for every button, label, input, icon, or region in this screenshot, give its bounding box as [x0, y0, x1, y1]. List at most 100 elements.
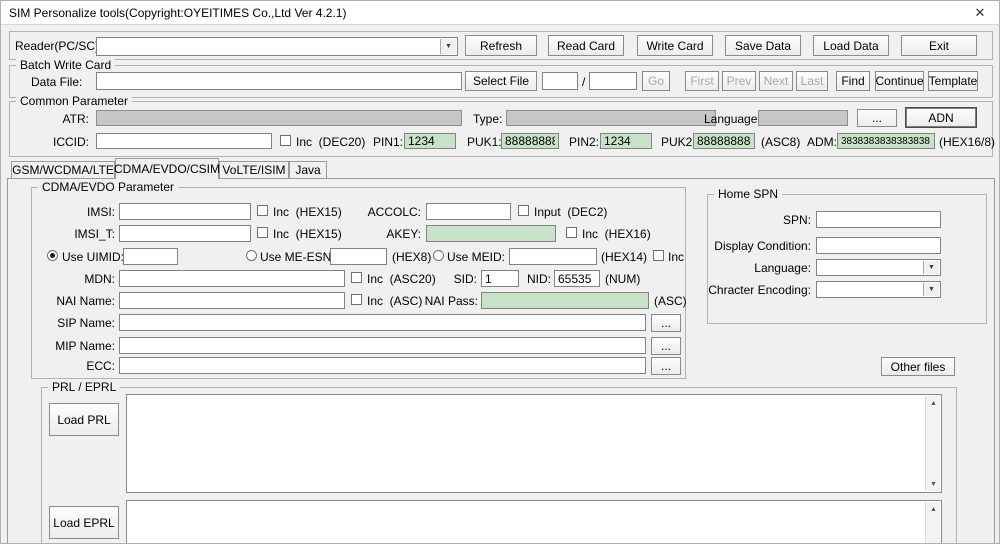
sid-input[interactable]	[481, 270, 519, 287]
nid-input[interactable]	[554, 270, 600, 287]
mdn-input[interactable]	[119, 270, 345, 287]
save-data-button[interactable]: Save Data	[725, 35, 801, 56]
ecc-browse-button[interactable]: ...	[651, 357, 681, 375]
page-number-input[interactable]	[542, 72, 578, 90]
sip-name-input[interactable]	[119, 314, 646, 331]
imsi-inc-checkbox[interactable]	[257, 205, 268, 216]
use-me-esn-radio[interactable]	[246, 250, 257, 261]
nai-pass-input[interactable]	[481, 292, 649, 309]
chevron-down-icon[interactable]: ▼	[923, 261, 939, 274]
prl-textarea[interactable]: ▲ ▼	[126, 394, 942, 493]
tab-volte-isim[interactable]: VoLTE/ISIM	[219, 161, 289, 178]
hex16-8-hint: (HEX16/8)	[939, 135, 996, 149]
scroll-up-icon[interactable]: ▲	[926, 502, 941, 516]
accolc-input[interactable]	[426, 203, 511, 220]
tab-java[interactable]: Java	[289, 161, 327, 178]
reader-select[interactable]: ▼	[96, 37, 458, 56]
use-meid-label: Use MEID:	[447, 250, 506, 264]
mip-name-label: MIP Name:	[55, 339, 115, 353]
other-files-button[interactable]: Other files	[881, 357, 955, 376]
meid-input[interactable]	[509, 248, 597, 265]
accolc-input-checkbox[interactable]	[518, 205, 529, 216]
spn-language-label: Language:	[754, 261, 811, 275]
prl-scrollbar[interactable]: ▲ ▼	[925, 396, 940, 491]
page-separator: /	[582, 75, 586, 89]
use-meid-radio[interactable]	[433, 250, 444, 261]
me-esn-input[interactable]	[330, 248, 387, 265]
display-condition-input[interactable]	[816, 237, 941, 254]
eprl-scrollbar[interactable]: ▲ ▼	[925, 502, 941, 543]
mdn-inc-checkbox[interactable]	[351, 272, 362, 283]
adm-label: ADM:	[807, 135, 837, 149]
template-button[interactable]: Template	[928, 71, 978, 91]
adm-input[interactable]	[837, 133, 935, 149]
cdma-group-title: CDMA/EVDO Parameter	[38, 180, 179, 194]
nai-name-input[interactable]	[119, 292, 345, 309]
first-button[interactable]: First	[685, 71, 719, 91]
meid-inc-checkbox[interactable]	[653, 250, 664, 261]
iccid-label: ICCID:	[53, 135, 89, 149]
nid-label: NID:	[527, 272, 551, 286]
imsi-t-label: IMSI_T:	[74, 227, 115, 241]
find-button[interactable]: Find	[836, 71, 870, 91]
akey-input[interactable]	[426, 225, 556, 242]
language-label: Language:	[704, 112, 761, 126]
next-button[interactable]: Next	[759, 71, 793, 91]
tab-cdma-evdo-csim[interactable]: CDMA/EVDO/CSIM	[114, 158, 220, 179]
reader-label: Reader(PC/SC):	[15, 39, 103, 53]
puk1-input[interactable]	[501, 133, 559, 149]
iccid-input[interactable]	[96, 133, 272, 149]
accolc-input-label: Input (DEC2)	[534, 205, 608, 219]
load-eprl-button[interactable]: Load EPRL	[49, 506, 119, 539]
spn-input[interactable]	[816, 211, 941, 228]
continue-button[interactable]: Continue	[875, 71, 924, 91]
select-file-button[interactable]: Select File	[465, 71, 537, 91]
puk2-input[interactable]	[693, 133, 755, 149]
use-uimid-radio[interactable]	[47, 250, 58, 261]
spn-language-select[interactable]: ▼	[816, 259, 941, 276]
pin2-input[interactable]	[600, 133, 652, 149]
imsi-t-inc-checkbox[interactable]	[257, 227, 268, 238]
nai-inc-checkbox[interactable]	[351, 294, 362, 305]
imsi-t-input[interactable]	[119, 225, 251, 242]
last-button[interactable]: Last	[796, 71, 828, 91]
spn-label: SPN:	[782, 213, 811, 227]
exit-button[interactable]: Exit	[901, 35, 977, 56]
prev-button[interactable]: Prev	[722, 71, 756, 91]
pin1-input[interactable]	[404, 133, 456, 149]
data-file-input[interactable]	[96, 72, 462, 90]
scroll-down-icon[interactable]: ▼	[926, 477, 941, 491]
data-file-label: Data File:	[31, 75, 83, 89]
scroll-up-icon[interactable]: ▲	[926, 396, 941, 410]
sip-name-label: SIP Name:	[57, 316, 115, 330]
character-encoding-label: Chracter Encoding:	[708, 283, 811, 297]
mip-name-input[interactable]	[119, 337, 646, 354]
character-encoding-select[interactable]: ▼	[816, 281, 941, 298]
imsi-inc-label: Inc (HEX15)	[273, 205, 342, 219]
refresh-button[interactable]: Refresh	[465, 35, 537, 56]
chevron-down-icon[interactable]: ▼	[923, 283, 939, 296]
iccid-inc-checkbox[interactable]	[280, 135, 291, 146]
go-button[interactable]: Go	[642, 71, 670, 91]
akey-inc-checkbox[interactable]	[566, 227, 577, 238]
mip-browse-button[interactable]: ...	[651, 337, 681, 355]
eprl-textarea[interactable]: ▲ ▼	[126, 500, 942, 543]
write-card-button[interactable]: Write Card	[637, 35, 713, 56]
sip-browse-button[interactable]: ...	[651, 314, 681, 332]
imsi-input[interactable]	[119, 203, 251, 220]
load-data-button[interactable]: Load Data	[813, 35, 889, 56]
imsi-t-inc-label: Inc (HEX15)	[273, 227, 342, 241]
akey-label: AKEY:	[386, 227, 421, 241]
atr-label: ATR:	[62, 112, 89, 126]
tab-gsm-wcdma-lte[interactable]: GSM/WCDMA/LTE	[11, 161, 115, 178]
page-total-input[interactable]	[589, 72, 637, 90]
ecc-input[interactable]	[119, 357, 646, 374]
language-browse-button[interactable]: ...	[857, 109, 897, 127]
asc-hint: (ASC)	[654, 294, 687, 308]
close-icon[interactable]: ✕	[971, 4, 989, 22]
chevron-down-icon[interactable]: ▼	[440, 39, 456, 54]
adn-button[interactable]: ADN	[905, 107, 977, 128]
read-card-button[interactable]: Read Card	[548, 35, 624, 56]
load-prl-button[interactable]: Load PRL	[49, 403, 119, 436]
uimid-input[interactable]	[123, 248, 178, 265]
